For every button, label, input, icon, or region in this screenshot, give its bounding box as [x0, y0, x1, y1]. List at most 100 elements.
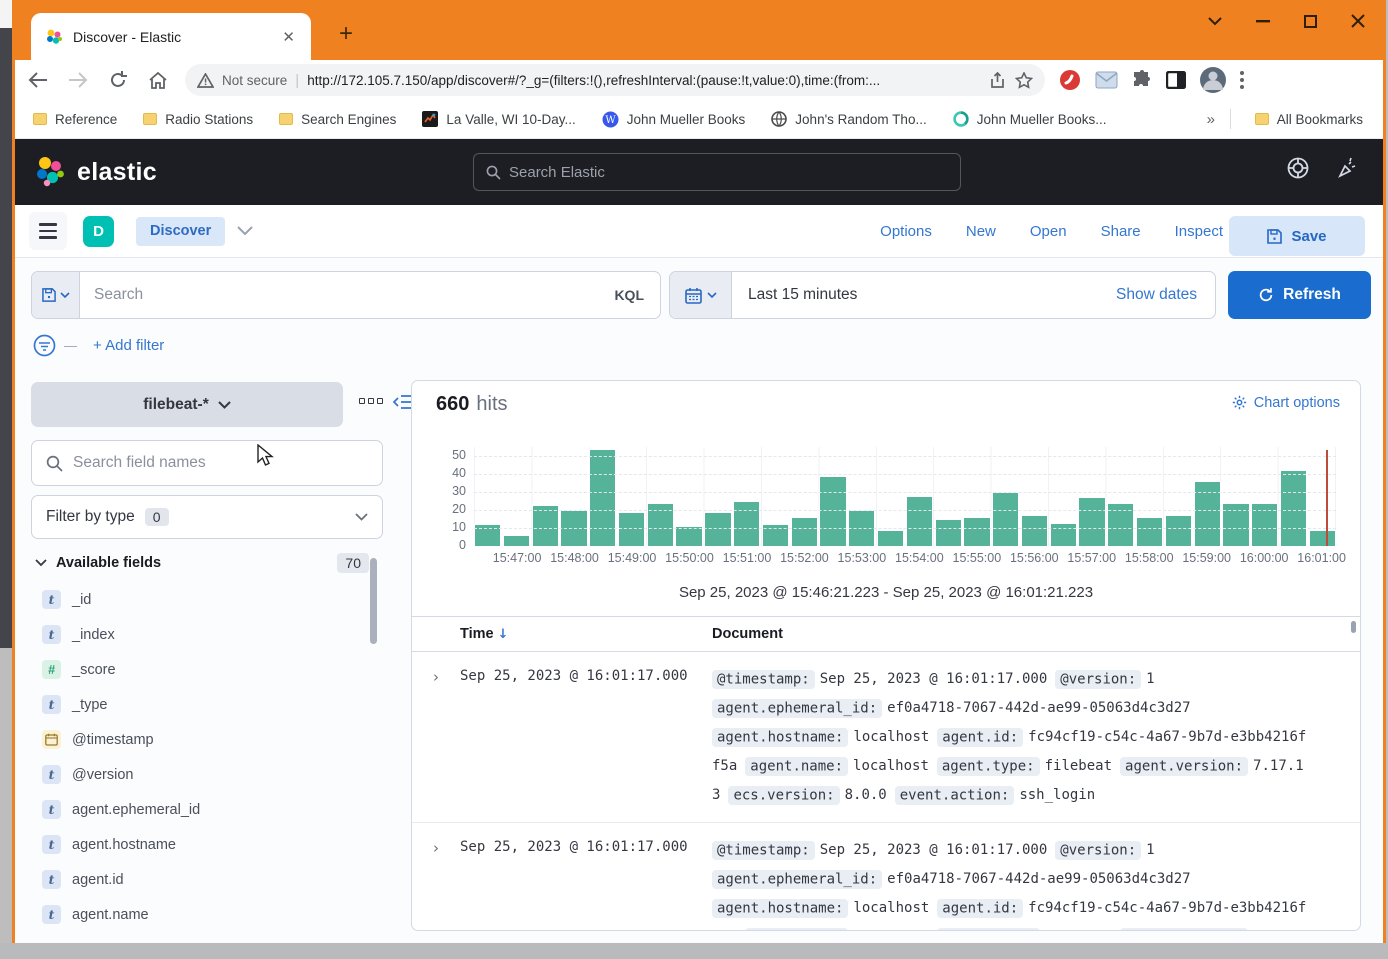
kql-search-input[interactable]: Search: [80, 286, 614, 304]
expand-row-icon[interactable]: ›: [412, 665, 460, 810]
refresh-button[interactable]: Refresh: [1228, 271, 1371, 319]
bookmark-item[interactable]: WJohn Mueller Books: [602, 111, 746, 128]
table-row[interactable]: ›Sep 25, 2023 @ 16:01:17.000@timestamp:S…: [412, 652, 1360, 823]
histogram-bar[interactable]: [618, 512, 645, 546]
histogram-bar[interactable]: [1165, 515, 1192, 546]
histogram-bar[interactable]: [733, 501, 760, 546]
bookmark-all-bookmarks[interactable]: All Bookmarks: [1255, 112, 1363, 127]
histogram-bars[interactable]: [474, 447, 1336, 546]
field-item-_id[interactable]: t_id: [31, 582, 371, 617]
histogram-bar[interactable]: [1280, 470, 1307, 546]
help-lifebuoy-icon[interactable]: [1287, 157, 1309, 179]
bookmarks-overflow-icon[interactable]: »: [1207, 111, 1215, 128]
whats-new-party-icon[interactable]: [1337, 157, 1359, 179]
sort-descending-icon[interactable]: ↓: [498, 627, 509, 642]
field-item-@version[interactable]: t@version: [31, 757, 371, 792]
histogram-bar[interactable]: [1050, 523, 1077, 546]
histogram-bar[interactable]: [1136, 517, 1163, 546]
histogram-chart[interactable]: 0102030405015:47:0015:48:0015:49:0015:50…: [474, 447, 1336, 546]
bookmark-item[interactable]: La Valle, WI 10-Day...: [422, 111, 575, 127]
filter-by-type-dropdown[interactable]: Filter by type 0: [31, 495, 383, 539]
window-maximize-icon[interactable]: [1304, 15, 1317, 28]
new-tab-button[interactable]: +: [330, 18, 362, 50]
histogram-bar[interactable]: [589, 449, 616, 546]
index-pattern-selector[interactable]: filebeat-*: [31, 382, 343, 427]
field-item-agent.name[interactable]: tagent.name: [31, 897, 371, 932]
url-text[interactable]: http://172.105.7.150/app/discover#/?_g=(…: [307, 73, 981, 88]
not-secure-label[interactable]: Not secure: [222, 73, 287, 88]
histogram-bar[interactable]: [992, 492, 1019, 546]
chart-options-button[interactable]: Chart options: [1232, 395, 1340, 411]
calendar-button[interactable]: [670, 272, 732, 318]
address-bar[interactable]: Not secure | http://172.105.7.150/app/di…: [185, 64, 1045, 96]
browser-tab[interactable]: Discover - Elastic ✕: [31, 13, 311, 60]
histogram-bar[interactable]: [1078, 497, 1105, 546]
toolbar-link-open[interactable]: Open: [1030, 223, 1067, 240]
toolbar-link-inspect[interactable]: Inspect: [1175, 223, 1223, 240]
speedtest-extension-icon[interactable]: [1059, 69, 1081, 91]
add-filter-link[interactable]: + Add filter: [93, 337, 164, 354]
bookmark-item[interactable]: Search Engines: [279, 112, 396, 127]
histogram-bar[interactable]: [1309, 530, 1336, 546]
time-range-value[interactable]: Last 15 minutes: [732, 286, 1116, 304]
histogram-bar[interactable]: [503, 535, 530, 546]
save-button[interactable]: Save: [1229, 216, 1365, 256]
back-icon[interactable]: [21, 63, 55, 97]
kql-language-button[interactable]: KQL: [614, 287, 660, 303]
home-icon[interactable]: [141, 63, 175, 97]
field-item-agent.id[interactable]: tagent.id: [31, 862, 371, 897]
mail-extension-icon[interactable]: [1095, 71, 1118, 89]
reload-icon[interactable]: [101, 63, 135, 97]
histogram-bar[interactable]: [791, 517, 818, 546]
show-dates-link[interactable]: Show dates: [1116, 286, 1215, 304]
bookmark-star-icon[interactable]: [1015, 72, 1033, 89]
elastic-logo[interactable]: elastic: [33, 155, 157, 189]
histogram-bar[interactable]: [819, 476, 846, 546]
bookmark-item[interactable]: Radio Stations: [143, 112, 253, 127]
field-item-_score[interactable]: #_score: [31, 652, 371, 687]
profile-avatar[interactable]: [1200, 67, 1226, 93]
table-scrollbar[interactable]: [1351, 621, 1356, 633]
bookmark-item[interactable]: Reference: [33, 112, 117, 127]
expand-row-icon[interactable]: ›: [412, 836, 460, 931]
nav-menu-icon[interactable]: [29, 212, 67, 250]
saved-query-button[interactable]: [32, 272, 80, 318]
window-close-icon[interactable]: [1351, 14, 1365, 28]
toolbar-link-options[interactable]: Options: [880, 223, 932, 240]
window-minimize-icon[interactable]: [1256, 20, 1270, 23]
window-chevron-icon[interactable]: [1208, 17, 1222, 26]
browser-menu-icon[interactable]: [1240, 71, 1244, 89]
field-options-icon[interactable]: [359, 398, 383, 404]
table-row[interactable]: ›Sep 25, 2023 @ 16:01:17.000@timestamp:S…: [412, 823, 1360, 931]
histogram-bar[interactable]: [1194, 481, 1221, 546]
histogram-bar[interactable]: [1021, 515, 1048, 546]
field-item-_index[interactable]: t_index: [31, 617, 371, 652]
filter-icon[interactable]: [33, 334, 56, 357]
field-item-@timestamp[interactable]: @timestamp: [31, 722, 371, 757]
bookmark-item[interactable]: John Mueller Books...: [953, 111, 1107, 127]
field-item-agent.hostname[interactable]: tagent.hostname: [31, 827, 371, 862]
histogram-bar[interactable]: [906, 496, 933, 546]
breadcrumb[interactable]: Discover: [136, 217, 225, 246]
field-item-agent.ephemeral_id[interactable]: tagent.ephemeral_id: [31, 792, 371, 827]
toolbar-link-new[interactable]: New: [966, 223, 996, 240]
histogram-bar[interactable]: [704, 512, 731, 546]
histogram-bar[interactable]: [532, 505, 559, 546]
space-avatar[interactable]: D: [83, 216, 114, 247]
global-search-input[interactable]: Search Elastic: [473, 153, 961, 191]
side-panel-icon[interactable]: [1166, 71, 1186, 89]
histogram-bar[interactable]: [877, 530, 904, 546]
forward-icon[interactable]: [61, 63, 95, 97]
column-time[interactable]: Time↓: [460, 626, 712, 642]
collapse-sidebar-icon[interactable]: [393, 394, 413, 410]
toolbar-link-share[interactable]: Share: [1101, 223, 1141, 240]
share-icon[interactable]: [989, 72, 1007, 89]
histogram-bar[interactable]: [935, 519, 962, 546]
histogram-bar[interactable]: [963, 517, 990, 546]
available-fields-header[interactable]: Available fields 70: [35, 553, 383, 573]
fields-scrollbar[interactable]: [370, 558, 377, 644]
field-search-input[interactable]: Search field names: [31, 440, 383, 486]
bookmark-item[interactable]: John's Random Tho...: [771, 111, 926, 127]
extensions-puzzle-icon[interactable]: [1132, 70, 1152, 90]
histogram-bar[interactable]: [675, 526, 702, 546]
